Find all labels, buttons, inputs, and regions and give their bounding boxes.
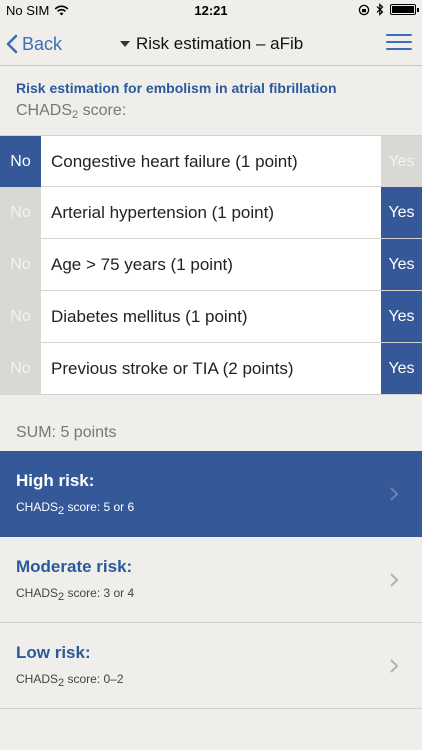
criterion-row: No Arterial hypertension (1 point) Yes [0,187,422,239]
bluetooth-icon [376,3,384,16]
yes-toggle[interactable]: Yes [381,291,422,342]
risk-score-range: CHADS2 score: 5 or 6 [16,500,135,517]
yes-toggle[interactable]: Yes [381,343,422,394]
criterion-label: Diabetes mellitus (1 point) [51,306,248,326]
chevron-right-icon [390,659,399,673]
menu-button[interactable] [386,34,412,54]
risk-title: High risk: [16,471,95,490]
no-toggle[interactable]: No [0,343,41,394]
criterion-row: No Previous stroke or TIA (2 points) Yes [0,343,422,395]
sum-label: SUM: 5 points [16,424,117,441]
orientation-lock-icon [358,4,370,15]
risk-title: Low risk: [16,643,91,662]
status-bar: No SIM 12:21 [0,0,422,22]
criterion-row: No Diabetes mellitus (1 point) Yes [0,291,422,343]
risk-item-low[interactable]: Low risk: CHADS2 score: 0–2 [0,623,422,709]
chevron-right-icon [390,573,399,587]
risk-item-high[interactable]: High risk: CHADS2 score: 5 or 6 [0,451,422,537]
criterion-label: Congestive heart failure (1 point) [51,151,298,171]
chevron-left-icon [6,34,18,54]
criterion-label: Previous stroke or TIA (2 points) [51,358,294,378]
criterion-row: No Congestive heart failure (1 point) Ye… [0,135,422,187]
risk-score-range: CHADS2 score: 0–2 [16,672,124,689]
yes-toggle[interactable]: Yes [381,187,422,238]
caret-down-icon [120,41,130,47]
no-toggle[interactable]: No [0,136,41,187]
no-toggle[interactable]: No [0,291,41,342]
criteria-list: No Congestive heart failure (1 point) Ye… [0,135,422,395]
no-toggle[interactable]: No [0,239,41,290]
yes-toggle[interactable]: Yes [381,136,422,187]
chevron-right-icon [390,487,399,501]
back-label: Back [22,33,63,54]
yes-toggle[interactable]: Yes [381,239,422,290]
navigation-bar: Back Risk estimation – aFib [0,22,422,66]
risk-title: Moderate risk: [16,557,133,576]
battery-icon [390,4,419,15]
criterion-label: Arterial hypertension (1 point) [51,202,275,222]
status-right [358,3,419,16]
score-label: CHADS2 score: [16,102,127,121]
criterion-row: No Age > 75 years (1 point) Yes [0,239,422,291]
risk-item-moderate[interactable]: Moderate risk: CHADS2 score: 3 or 4 [0,537,422,623]
risk-score-range: CHADS2 score: 3 or 4 [16,586,135,603]
back-button[interactable]: Back [6,30,62,58]
section-title: Risk estimation for embolism in atrial f… [16,80,337,96]
risk-list: High risk: CHADS2 score: 5 or 6 Moderate… [0,451,422,709]
hamburger-icon [386,34,412,36]
no-toggle[interactable]: No [0,187,41,238]
page-title-text: Risk estimation – aFib [136,34,304,53]
criterion-label: Age > 75 years (1 point) [51,254,233,274]
page-title[interactable]: Risk estimation – aFib [120,32,303,56]
